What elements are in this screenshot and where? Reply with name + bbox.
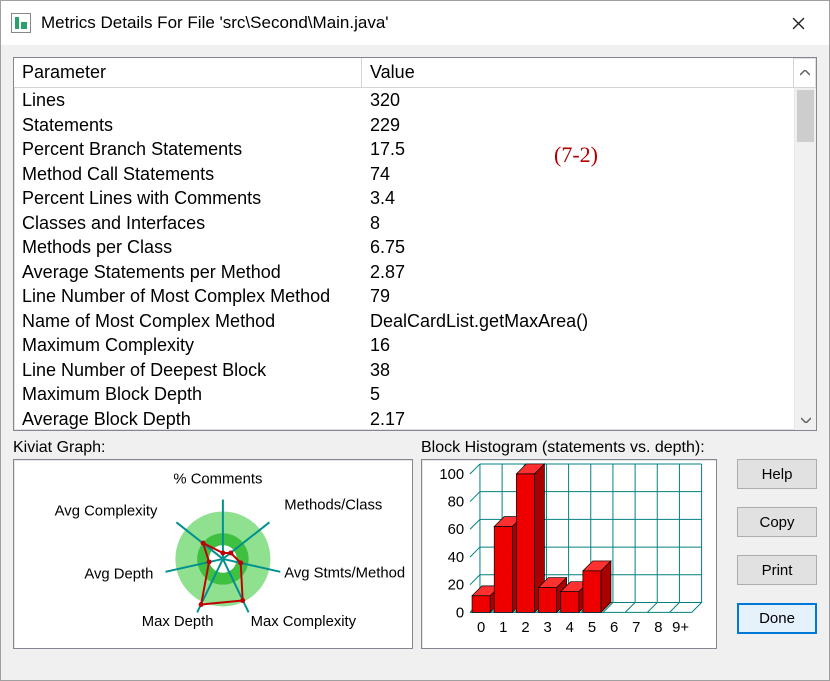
table-row[interactable]: Statements229	[14, 113, 794, 138]
help-button[interactable]: Help	[737, 459, 817, 489]
axis-max-complexity: Max Complexity	[251, 614, 357, 630]
cell-parameter: Statements	[14, 113, 362, 138]
block-histogram-chart: 0204060801000123456789+	[422, 460, 716, 648]
table-rows: (7-2) Lines320Statements229Percent Branc…	[14, 88, 794, 430]
svg-text:60: 60	[448, 522, 465, 538]
svg-text:1: 1	[499, 620, 507, 636]
cell-parameter: Average Block Depth	[14, 407, 362, 431]
table-row[interactable]: Percent Lines with Comments3.4	[14, 186, 794, 211]
cell-value: 5	[362, 382, 794, 407]
table-row[interactable]: Maximum Complexity16	[14, 333, 794, 358]
svg-text:7: 7	[632, 620, 640, 636]
kiviat-label: Kiviat Graph:	[13, 439, 413, 457]
axis-avg-complexity: Avg Complexity	[55, 503, 158, 519]
svg-text:100: 100	[439, 467, 464, 483]
table-row[interactable]: Classes and Interfaces8	[14, 211, 794, 236]
window-title: Metrics Details For File 'src\Second\Mai…	[41, 13, 775, 33]
svg-text:80: 80	[448, 495, 465, 511]
svg-text:20: 20	[448, 578, 465, 594]
titlebar: Metrics Details For File 'src\Second\Mai…	[1, 1, 829, 45]
scrollbar-thumb[interactable]	[797, 90, 814, 142]
axis-avg-depth: Avg Depth	[84, 567, 153, 583]
table-row[interactable]: Percent Branch Statements17.5	[14, 137, 794, 162]
kiviat-section: Kiviat Graph:	[13, 439, 413, 649]
axis-methods-class: Methods/Class	[284, 497, 382, 513]
cell-parameter: Classes and Interfaces	[14, 211, 362, 236]
table-row[interactable]: Average Statements per Method2.87	[14, 260, 794, 285]
cell-parameter: Line Number of Most Complex Method	[14, 284, 362, 309]
cell-value: 2.87	[362, 260, 794, 285]
table-row[interactable]: Maximum Block Depth5	[14, 382, 794, 407]
copy-button[interactable]: Copy	[737, 507, 817, 537]
table-row[interactable]: Method Call Statements74	[14, 162, 794, 187]
kiviat-chart: % Comments Methods/Class Avg Stmts/Metho…	[14, 460, 412, 648]
table-row[interactable]: Name of Most Complex MethodDealCardList.…	[14, 309, 794, 334]
col-header-parameter[interactable]: Parameter	[14, 58, 362, 88]
cell-parameter: Maximum Block Depth	[14, 382, 362, 407]
cell-parameter: Maximum Complexity	[14, 333, 362, 358]
svg-text:40: 40	[448, 550, 465, 566]
col-header-value[interactable]: Value	[362, 58, 794, 88]
cell-value: 3.4	[362, 186, 794, 211]
svg-text:2: 2	[521, 620, 529, 636]
bottom-area: Kiviat Graph:	[13, 439, 817, 649]
cell-parameter: Methods per Class	[14, 235, 362, 260]
scroll-down-button[interactable]	[795, 411, 816, 426]
app-icon	[11, 13, 31, 33]
table-header: Parameter Value	[14, 58, 816, 88]
svg-text:5: 5	[588, 620, 596, 636]
svg-text:9+: 9+	[672, 620, 689, 636]
cell-parameter: Lines	[14, 88, 362, 113]
metrics-table: Parameter Value (7-2) Lines320Statements…	[13, 57, 817, 431]
svg-text:4: 4	[566, 620, 574, 636]
table-row[interactable]: Methods per Class6.75	[14, 235, 794, 260]
svg-text:3: 3	[544, 620, 552, 636]
cell-value: 2.17	[362, 407, 794, 431]
cell-value: DealCardList.getMaxArea()	[362, 309, 794, 334]
cell-parameter: Average Statements per Method	[14, 260, 362, 285]
table-row[interactable]: Lines320	[14, 88, 794, 113]
cell-value: 320	[362, 88, 794, 113]
cell-parameter: Percent Lines with Comments	[14, 186, 362, 211]
svg-text:0: 0	[477, 620, 485, 636]
cell-value: 229	[362, 113, 794, 138]
vertical-scrollbar[interactable]	[794, 88, 816, 430]
figure-annotation: (7-2)	[554, 142, 598, 168]
table-row[interactable]: Average Block Depth2.17	[14, 407, 794, 431]
axis-avg-stmts: Avg Stmts/Method	[284, 566, 405, 582]
kiviat-panel: % Comments Methods/Class Avg Stmts/Metho…	[13, 459, 413, 649]
print-button[interactable]: Print	[737, 555, 817, 585]
table-row[interactable]: Line Number of Deepest Block38	[14, 358, 794, 383]
cell-parameter: Line Number of Deepest Block	[14, 358, 362, 383]
svg-text:6: 6	[610, 620, 618, 636]
scroll-up-button[interactable]	[794, 58, 816, 88]
cell-parameter: Method Call Statements	[14, 162, 362, 187]
svg-text:8: 8	[654, 620, 662, 636]
button-column: Help Copy Print Done	[725, 439, 817, 649]
cell-value: 38	[362, 358, 794, 383]
metrics-dialog: Metrics Details For File 'src\Second\Mai…	[0, 0, 830, 681]
axis-max-depth: Max Depth	[142, 614, 214, 630]
axis-comments: % Comments	[173, 472, 262, 488]
histogram-label: Block Histogram (statements vs. depth):	[421, 439, 717, 457]
done-button[interactable]: Done	[737, 603, 817, 634]
cell-parameter: Name of Most Complex Method	[14, 309, 362, 334]
svg-text:0: 0	[456, 605, 464, 621]
chevron-down-icon	[801, 417, 811, 423]
content-area: Parameter Value (7-2) Lines320Statements…	[1, 45, 829, 661]
cell-value: 8	[362, 211, 794, 236]
chevron-up-icon	[800, 70, 810, 76]
cell-value: 79	[362, 284, 794, 309]
cell-parameter: Percent Branch Statements	[14, 137, 362, 162]
histogram-panel: 0204060801000123456789+	[421, 459, 717, 649]
cell-value: 16	[362, 333, 794, 358]
close-icon	[792, 17, 805, 30]
table-row[interactable]: Line Number of Most Complex Method79	[14, 284, 794, 309]
cell-value: 6.75	[362, 235, 794, 260]
close-button[interactable]	[775, 8, 821, 38]
histogram-section: Block Histogram (statements vs. depth): …	[421, 439, 717, 649]
